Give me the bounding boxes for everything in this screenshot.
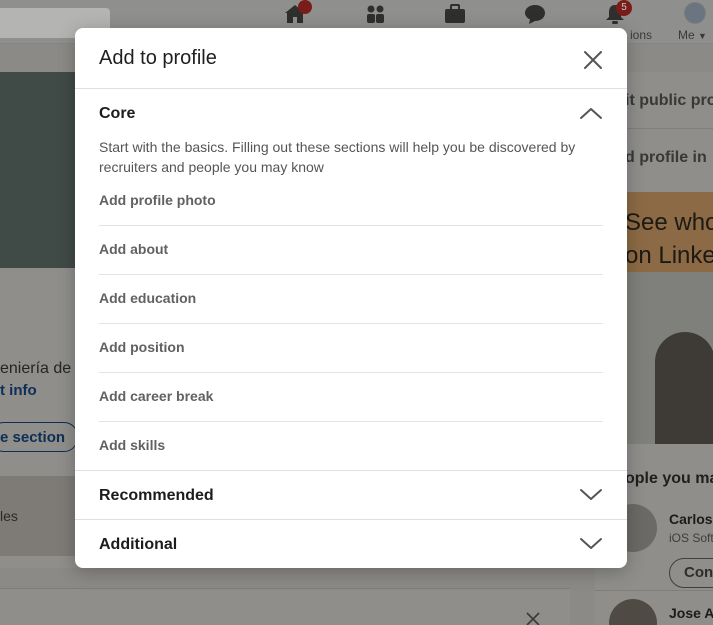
jobs-icon[interactable]	[444, 4, 466, 24]
resources-text: les	[0, 508, 18, 524]
add-skills-item[interactable]: Add skills	[99, 422, 603, 471]
messaging-icon[interactable]	[524, 4, 546, 24]
people-you-may-know-heading: ople you ma	[625, 470, 713, 487]
section-core-title: Core	[99, 105, 136, 122]
ad-photo	[625, 272, 713, 444]
add-profile-language-link[interactable]: d profile in	[625, 149, 707, 167]
ad-banner[interactable]: See who on Linked	[625, 192, 713, 444]
person-headline: iOS Soft	[669, 531, 713, 545]
item-label: Add position	[99, 339, 185, 355]
person-name[interactable]: Jose A	[669, 605, 713, 621]
network-icon[interactable]	[365, 4, 387, 24]
close-icon	[581, 51, 605, 76]
add-position-item[interactable]: Add position	[99, 324, 603, 373]
add-profile-photo-item[interactable]: Add profile photo	[99, 177, 603, 226]
edit-public-profile-link[interactable]: it public pro	[625, 92, 713, 110]
chevron-down-icon	[579, 487, 603, 503]
item-label: Add education	[99, 290, 197, 306]
connect-button[interactable]: Con	[669, 558, 713, 588]
add-to-profile-dialog: Add to profile Core Start with the basic…	[75, 28, 627, 568]
close-button[interactable]	[581, 48, 609, 72]
bottom-card	[0, 588, 570, 625]
section-core-description: Start with the basics. Filling out these…	[99, 139, 576, 175]
section-core-header[interactable]: Core	[75, 89, 627, 138]
avatar[interactable]	[609, 599, 657, 625]
divider	[595, 590, 713, 591]
avatar[interactable]	[684, 2, 706, 24]
notifications-badge: 5	[616, 0, 632, 16]
ad-line-1: See who	[625, 209, 713, 236]
section-recommended-header[interactable]: Recommended	[75, 471, 627, 520]
section-additional-header[interactable]: Additional	[75, 520, 627, 568]
ad-person-image	[655, 332, 713, 444]
dialog-header: Add to profile	[75, 28, 627, 89]
section-recommended-title: Recommended	[99, 487, 214, 504]
item-label: Add career break	[99, 388, 214, 404]
item-label: Add about	[99, 241, 169, 257]
ad-line-2: on Linked	[625, 242, 713, 269]
person-name[interactable]: Carlos	[669, 511, 713, 527]
add-section-label: e section	[0, 429, 66, 446]
education-text: eniería de	[0, 360, 72, 377]
add-education-item[interactable]: Add education	[99, 275, 603, 324]
home-notification-dot	[298, 0, 312, 14]
dialog-title: Add to profile	[99, 47, 217, 69]
me-menu-label[interactable]: Me ▼	[678, 28, 707, 42]
add-about-item[interactable]: Add about	[99, 226, 603, 275]
section-additional-title: Additional	[99, 536, 178, 553]
chevron-down-icon	[579, 536, 603, 552]
contact-info-link[interactable]: t info	[0, 382, 37, 399]
chevron-up-icon	[579, 105, 603, 121]
item-label: Add skills	[99, 437, 166, 453]
notifications-label: ions	[630, 28, 653, 42]
item-label: Add profile photo	[99, 192, 216, 208]
chevron-down-icon: ▼	[698, 31, 707, 41]
close-icon[interactable]	[525, 611, 541, 625]
add-career-break-item[interactable]: Add career break	[99, 373, 603, 422]
